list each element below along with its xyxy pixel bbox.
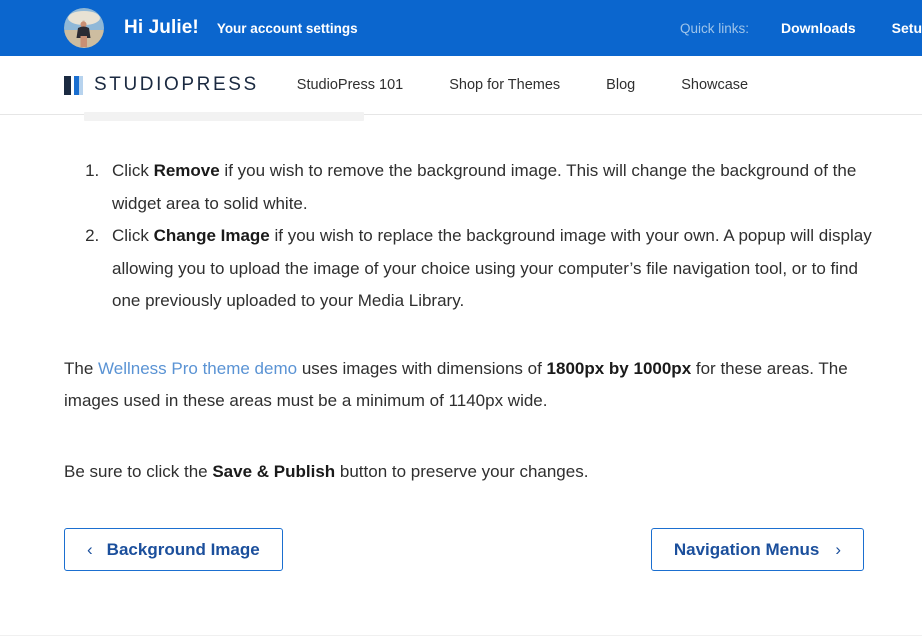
step-1-bold: Remove: [153, 161, 220, 180]
nav-item-showcase[interactable]: Showcase: [681, 77, 748, 93]
list-item: Click Change Image if you wish to replac…: [104, 220, 882, 318]
para-1-pre: The: [64, 358, 99, 378]
step-1-lead: Click: [112, 161, 154, 180]
nav-item-studiopress-101[interactable]: StudioPress 101: [297, 77, 403, 93]
previous-page-label: Background Image: [106, 539, 260, 559]
utility-bar: Hi Julie! Your account settings Quick li…: [0, 0, 922, 56]
para-1-mid: uses images with dimensions of: [297, 358, 547, 378]
quick-links-group: Quick links: Downloads Setu: [680, 20, 922, 36]
account-settings-link[interactable]: Your account settings: [217, 21, 358, 36]
chevron-right-icon: ›: [835, 540, 841, 559]
list-item: Click Remove if you wish to remove the b…: [104, 155, 882, 220]
previous-page-button[interactable]: ‹ Background Image: [64, 528, 283, 571]
wellness-pro-theme-demo-link[interactable]: Wellness Pro theme demo: [98, 359, 297, 378]
quick-links-label: Quick links:: [679, 20, 749, 36]
brand-logo-link[interactable]: STUDIOPRESS: [64, 74, 259, 96]
next-page-button[interactable]: Navigation Menus ›: [650, 528, 864, 571]
brand-name: STUDIOPRESS: [94, 74, 259, 95]
nav-items: StudioPress 101 Shop for Themes Blog Sho…: [297, 77, 748, 93]
nav-item-shop-for-themes[interactable]: Shop for Themes: [449, 77, 560, 93]
pagination: ‹ Background Image Navigation Menus ›: [64, 528, 864, 571]
step-2-bold: Change Image: [153, 226, 270, 245]
instruction-list: Click Remove if you wish to remove the b…: [104, 155, 882, 318]
step-2-lead: Click: [112, 226, 154, 245]
para-2-bold: Save & Publish: [212, 461, 336, 481]
nav-item-blog[interactable]: Blog: [606, 77, 635, 93]
para-2-pre: Be sure to click the: [64, 461, 213, 481]
main-content: Click Remove if you wish to remove the b…: [0, 115, 922, 571]
step-1-rest: if you wish to remove the background ima…: [112, 161, 857, 213]
para-1-bold: 1800px by 1000px: [546, 358, 692, 378]
dimensions-paragraph: The Wellness Pro theme demo uses images …: [64, 353, 876, 418]
chevron-left-icon: ‹: [87, 540, 93, 559]
avatar-photo: [64, 8, 104, 48]
avatar[interactable]: [64, 8, 104, 48]
quick-link-setup[interactable]: Setu: [892, 20, 922, 36]
studiopress-logo-icon: [64, 75, 83, 95]
next-page-label: Navigation Menus: [673, 539, 820, 559]
greeting-text: Hi Julie!: [124, 17, 199, 38]
save-publish-paragraph: Be sure to click the Save & Publish butt…: [64, 456, 876, 489]
para-2-post: button to preserve your changes.: [335, 461, 589, 481]
main-navigation-bar: STUDIOPRESS StudioPress 101 Shop for The…: [0, 56, 922, 115]
quick-link-downloads[interactable]: Downloads: [781, 20, 856, 36]
